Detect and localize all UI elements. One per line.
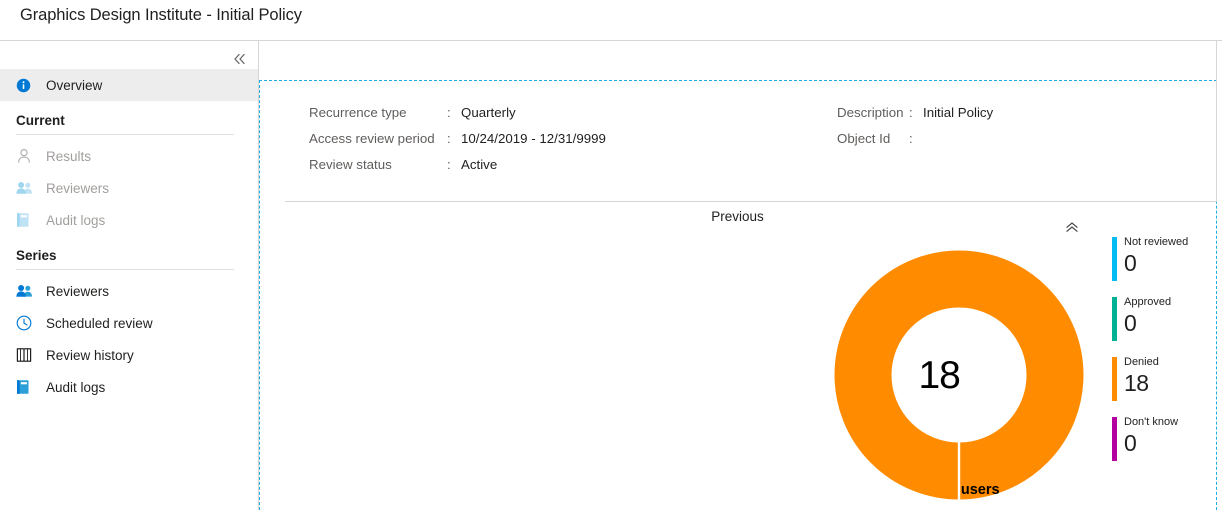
sidebar-item-label: Reviewers: [46, 181, 109, 196]
legend-item-dont-know[interactable]: Don't know 0: [1112, 416, 1217, 463]
legend-swatch: [1112, 417, 1117, 461]
property-separator: :: [447, 131, 461, 146]
info-circle-icon: [16, 76, 36, 94]
sidebar-group-current: Current Results: [0, 113, 258, 236]
property-separator: :: [909, 131, 923, 146]
legend-label: Not reviewed: [1124, 236, 1217, 249]
property-key: Object Id: [837, 131, 909, 146]
property-key: Review status: [309, 157, 447, 172]
property-value: 10/24/2019 - 12/31/9999: [461, 131, 606, 146]
legend-label: Don't know: [1124, 416, 1217, 429]
legend-swatch: [1112, 297, 1117, 341]
property-value: Quarterly: [461, 105, 516, 120]
content-area: Recurrence type : Quarterly Access revie…: [259, 41, 1222, 510]
donut-chart[interactable]: 18 users: [834, 250, 1084, 500]
properties-column-left: Recurrence type : Quarterly Access revie…: [309, 99, 649, 177]
sidebar: Overview Current Results: [0, 41, 259, 510]
people-icon: [16, 179, 36, 197]
divider: [16, 134, 234, 135]
book-icon: [16, 211, 36, 229]
sidebar-group-title: Series: [0, 248, 258, 269]
sidebar-item-series-review-history[interactable]: Review history: [0, 339, 258, 371]
sidebar-item-series-audit-logs[interactable]: Audit logs: [0, 371, 258, 403]
page-title: Graphics Design Institute - Initial Poli…: [20, 6, 302, 25]
legend-swatch: [1112, 357, 1117, 401]
property-separator: :: [447, 157, 461, 172]
property-value: Initial Policy: [923, 105, 993, 120]
person-icon: [16, 147, 36, 165]
sidebar-item-current-results[interactable]: Results: [0, 140, 258, 172]
legend-swatch: [1112, 237, 1117, 281]
property-separator: :: [447, 105, 461, 120]
sidebar-item-label: Audit logs: [46, 380, 105, 395]
divider: [16, 269, 234, 270]
legend-item-approved[interactable]: Approved 0: [1112, 296, 1217, 343]
sidebar-item-label: Reviewers: [46, 284, 109, 299]
property-recurrence-type: Recurrence type : Quarterly: [309, 99, 649, 125]
sidebar-item-label: Scheduled review: [46, 316, 153, 331]
property-review-status: Review status : Active: [309, 151, 649, 177]
title-bar: Graphics Design Institute - Initial Poli…: [0, 0, 1222, 41]
property-key: Recurrence type: [309, 105, 447, 120]
book-icon: [16, 378, 36, 396]
donut-chart-svg: [834, 250, 1084, 500]
people-icon: [16, 282, 36, 300]
sidebar-item-series-reviewers[interactable]: Reviewers: [0, 275, 258, 307]
sidebar-item-current-reviewers[interactable]: Reviewers: [0, 172, 258, 204]
access-review-overview-page: Graphics Design Institute - Initial Poli…: [0, 0, 1222, 510]
legend-value: 0: [1124, 309, 1217, 337]
sidebar-item-series-scheduled-review[interactable]: Scheduled review: [0, 307, 258, 339]
properties-column-right: Description : Initial Policy Object Id :: [837, 99, 1197, 151]
open-book-icon: [16, 346, 36, 364]
clock-icon: [16, 314, 36, 332]
sidebar-item-label: Audit logs: [46, 213, 105, 228]
sidebar-item-label: Overview: [46, 78, 102, 93]
legend-value: 18: [1124, 369, 1217, 397]
sidebar-item-overview[interactable]: Overview: [0, 69, 258, 101]
legend-label: Denied: [1124, 356, 1217, 369]
property-separator: :: [909, 105, 923, 120]
legend-value: 0: [1124, 429, 1217, 457]
section-divider: [285, 201, 1216, 202]
legend-value: 0: [1124, 249, 1217, 277]
legend-item-not-reviewed[interactable]: Not reviewed 0: [1112, 236, 1217, 283]
chart-legend: Not reviewed 0 Approved 0 Denied 18 Don'…: [1112, 236, 1217, 476]
sidebar-item-current-audit-logs[interactable]: Audit logs: [0, 204, 258, 236]
sidebar-group-title: Current: [0, 113, 258, 134]
sidebar-item-label: Review history: [46, 348, 134, 363]
property-key: Access review period: [309, 131, 447, 146]
property-access-review-period: Access review period : 10/24/2019 - 12/3…: [309, 125, 649, 151]
legend-label: Approved: [1124, 296, 1217, 309]
property-value: Active: [461, 157, 497, 172]
property-description: Description : Initial Policy: [837, 99, 1197, 125]
panel-right-border: [1216, 41, 1217, 202]
property-object-id: Object Id :: [837, 125, 1197, 151]
legend-item-denied[interactable]: Denied 18: [1112, 356, 1217, 403]
property-key: Description: [837, 105, 909, 120]
sidebar-group-series: Series Reviewers: [0, 248, 258, 403]
sidebar-item-label: Results: [46, 149, 91, 164]
chart-caption: Previous: [259, 209, 1216, 224]
